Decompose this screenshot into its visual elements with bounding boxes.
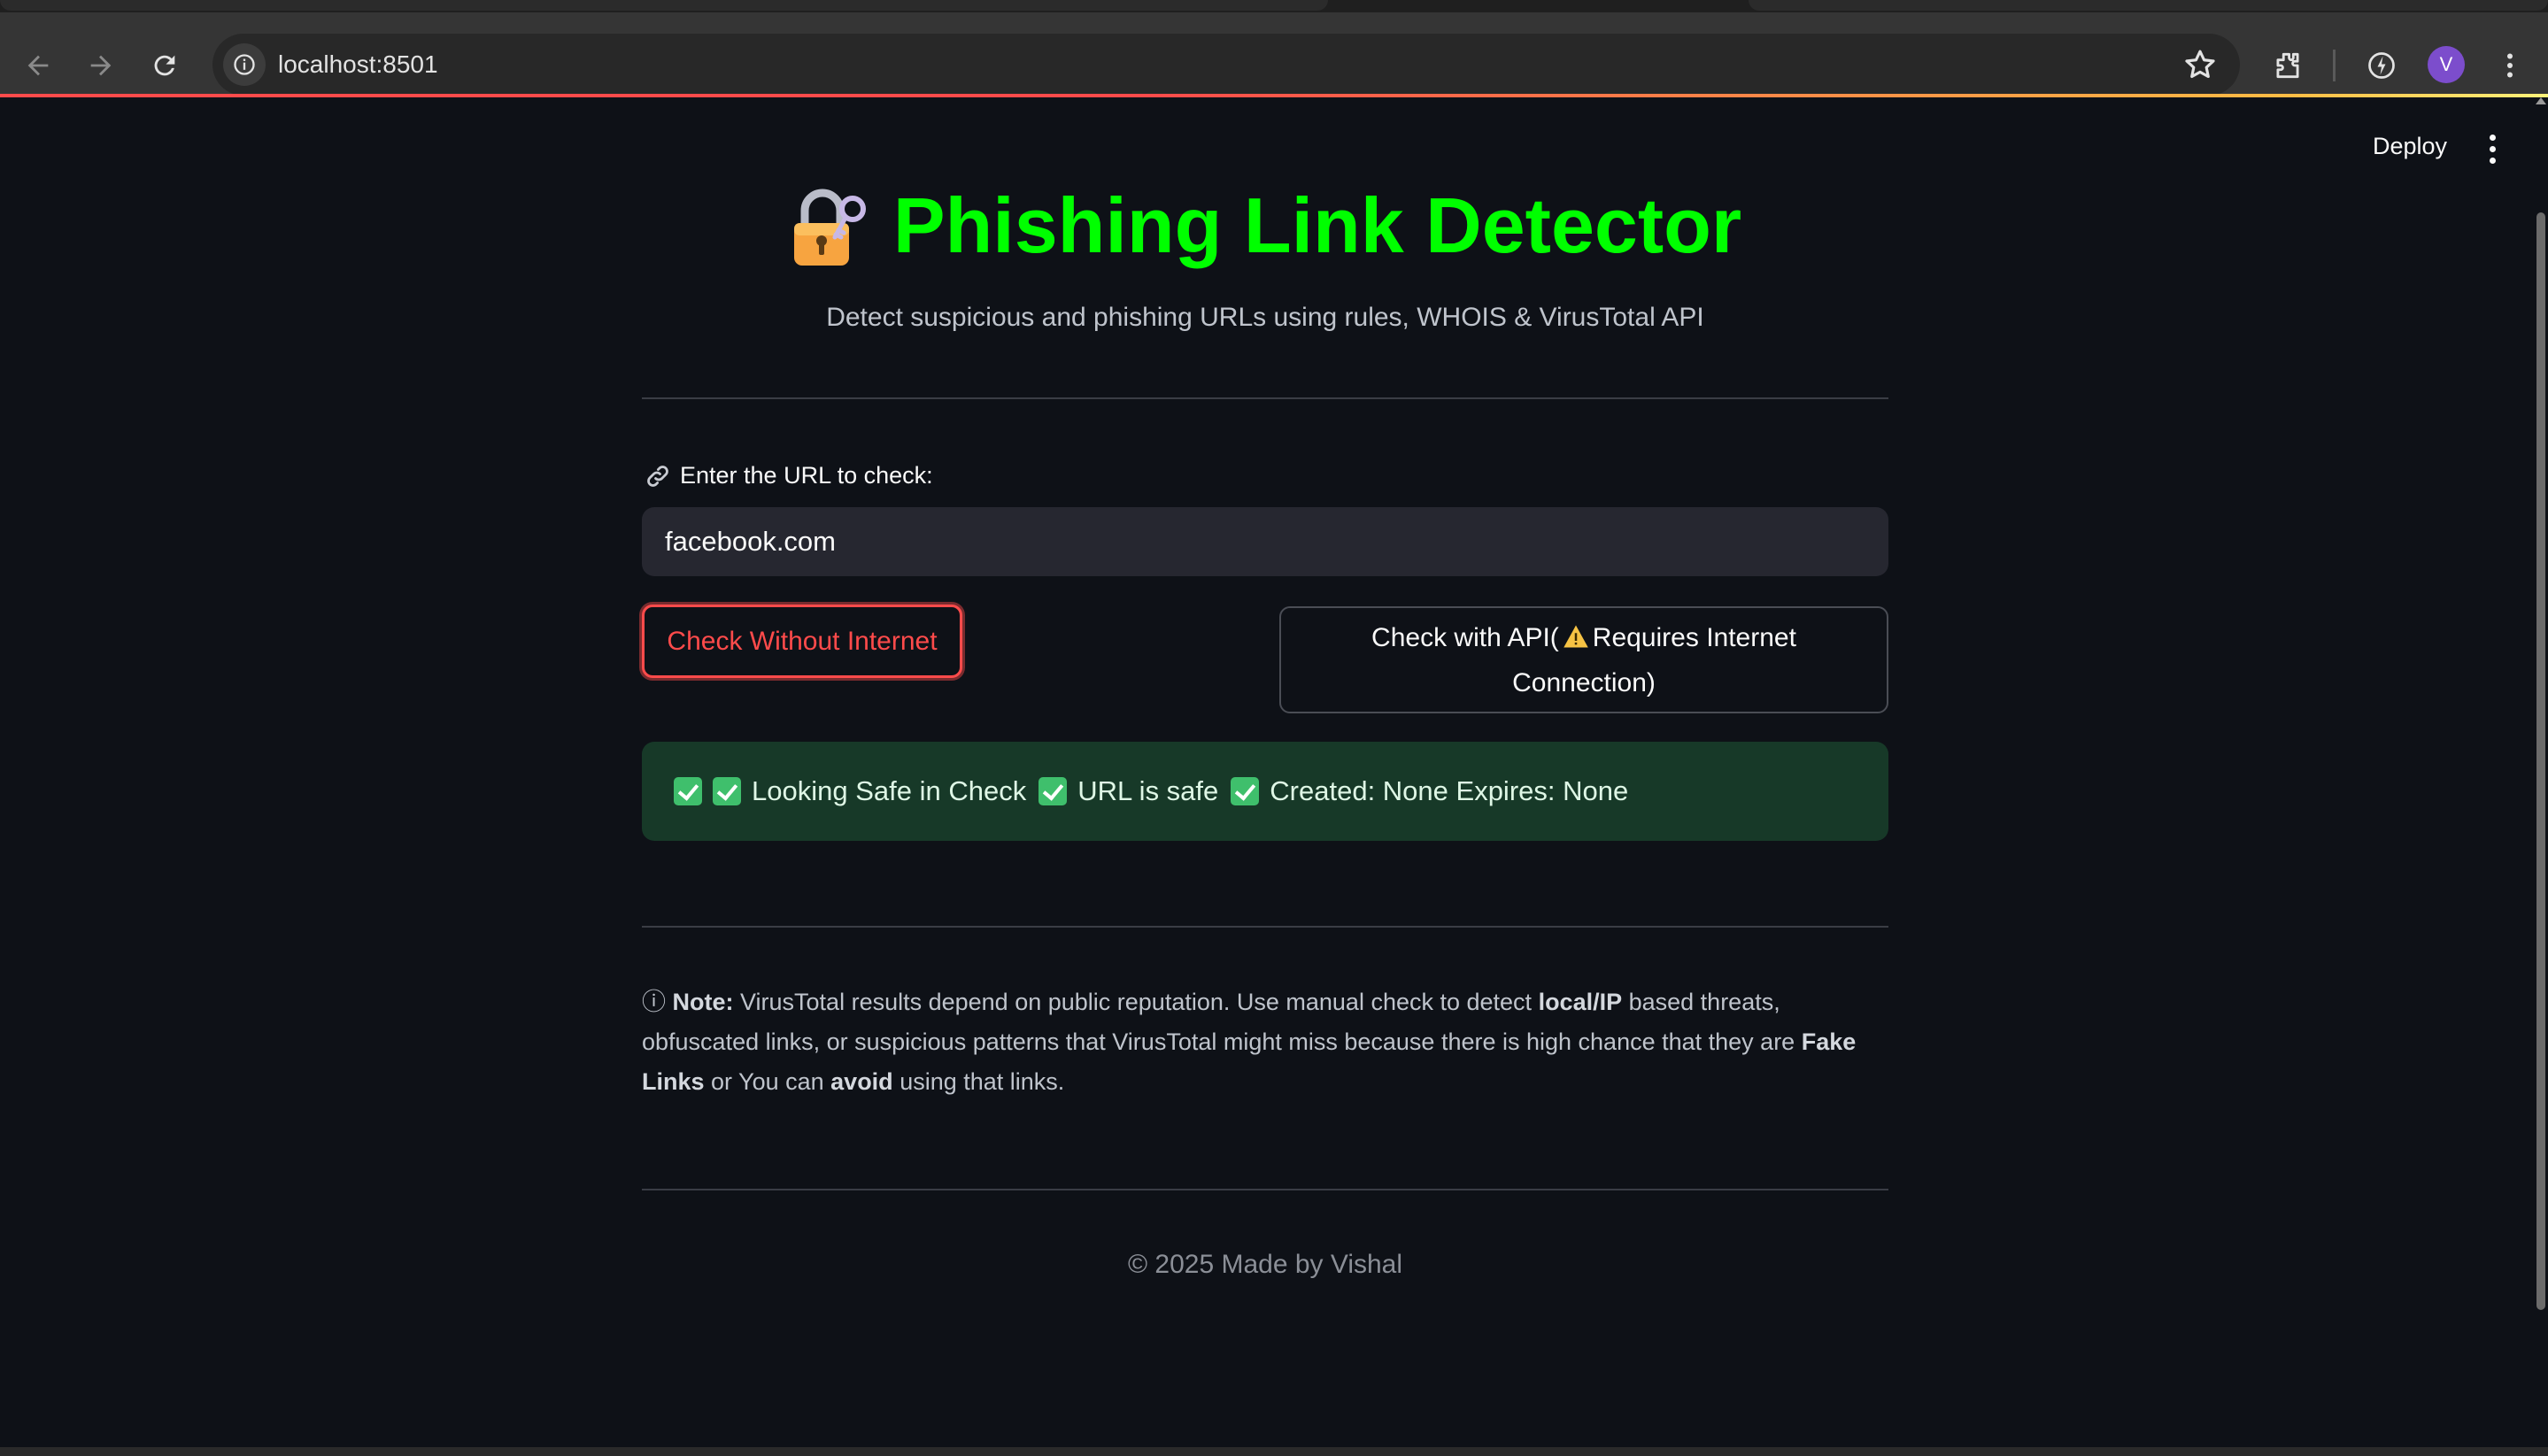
url-input[interactable]	[642, 507, 1888, 576]
scrollbar-thumb[interactable]	[2536, 212, 2545, 1310]
url-input-label-text: Enter the URL to check:	[680, 462, 933, 489]
locked-with-key-icon	[793, 189, 866, 266]
browser-menu-icon[interactable]	[2490, 46, 2529, 85]
app-menu-icon[interactable]	[2479, 129, 2506, 168]
api-label-prefix: Check with API(	[1371, 622, 1559, 652]
info-icon: ⓘ	[642, 989, 666, 1015]
page-title-text: Phishing Link Detector	[892, 181, 1742, 269]
reload-button[interactable]	[138, 39, 191, 92]
result-item: Created: None Expires: None	[1270, 775, 1629, 806]
warning-icon	[1564, 625, 1588, 647]
note-emphasis: avoid	[830, 1068, 893, 1095]
divider	[642, 1189, 1888, 1190]
check-with-api-button-label: Check with API(Requires Internet Connect…	[1361, 615, 1807, 705]
back-button[interactable]	[12, 39, 65, 92]
note-text: or You can	[704, 1068, 831, 1095]
url-input-label: Enter the URL to check:	[645, 462, 933, 489]
note-text: VirusTotal results depend on public repu…	[733, 989, 1539, 1015]
note-label: Note:	[672, 989, 734, 1015]
check-without-internet-button[interactable]: Check Without Internet	[642, 605, 962, 678]
tab-strip	[0, 0, 2548, 12]
address-bar[interactable]: localhost:8501	[212, 34, 2240, 96]
result-item: Looking Safe in Check	[752, 775, 1027, 806]
reload-icon	[154, 55, 175, 76]
page-title-block: Phishing Link Detector	[642, 177, 1888, 274]
footer-credit: © 2025 Made by Vishal	[1127, 1250, 1403, 1279]
deploy-button[interactable]: Deploy	[2360, 129, 2459, 164]
forward-button[interactable]	[74, 39, 127, 92]
performance-leaf-icon[interactable]	[2362, 46, 2401, 85]
browser-tab[interactable]	[1749, 0, 2548, 11]
note-paragraph: ⓘ Note: VirusTotal results depend on pub…	[642, 982, 1888, 1102]
check-mark-button-icon	[1231, 777, 1260, 805]
site-info-icon[interactable]	[223, 43, 266, 86]
page-title: Phishing Link Detector	[642, 177, 1888, 274]
window-bottom-edge	[0, 1447, 2548, 1456]
browser-tab[interactable]	[0, 0, 1328, 11]
check-mark-button-icon	[1039, 777, 1068, 805]
page-scrollbar[interactable]	[2534, 97, 2548, 1447]
address-bar-url[interactable]: localhost:8501	[278, 34, 438, 96]
arrow-right-icon	[90, 55, 112, 76]
bookmark-star-icon[interactable]	[2181, 46, 2219, 83]
link-icon	[647, 465, 668, 487]
check-mark-button-icon	[713, 777, 741, 805]
profile-avatar[interactable]: V	[2428, 46, 2465, 83]
arrow-left-icon	[27, 55, 49, 76]
app-main: Deploy Phishing Link Detector Detect sus…	[0, 97, 2532, 1447]
scroll-up-arrow-icon[interactable]	[2536, 97, 2546, 104]
browser-toolbar: localhost:8501 V	[0, 12, 2548, 96]
divider	[642, 397, 1888, 399]
toolbar-separator	[2333, 50, 2336, 81]
page-subtitle: Detect suspicious and phishing URLs usin…	[826, 303, 1704, 332]
note-text: using that links.	[892, 1068, 1065, 1095]
result-success-alert: Looking Safe in Check URL is safe Create…	[642, 742, 1888, 841]
check-with-api-button[interactable]: Check with API(Requires Internet Connect…	[1279, 606, 1888, 713]
check-mark-button-icon	[674, 777, 702, 805]
extensions-icon[interactable]	[2268, 46, 2307, 85]
note-emphasis: local/IP	[1538, 989, 1623, 1015]
result-item: URL is safe	[1077, 775, 1219, 806]
divider	[642, 926, 1888, 928]
